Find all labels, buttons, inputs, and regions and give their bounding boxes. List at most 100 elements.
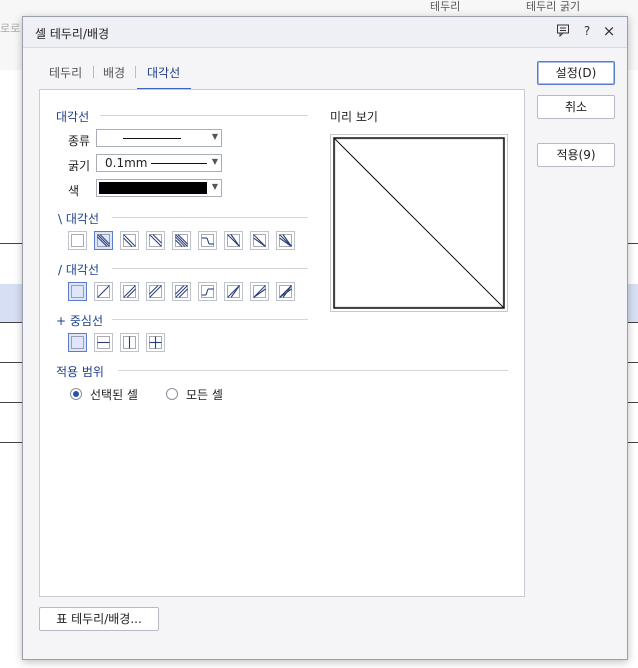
close-icon[interactable]: × <box>601 23 617 39</box>
centerline-option-3-button[interactable] <box>146 333 165 352</box>
thickness-select[interactable]: 0.1mm ▼ <box>96 154 222 172</box>
slash-option-7-icon <box>253 285 266 298</box>
table-line <box>0 362 22 363</box>
scope-selected-cells-radio[interactable] <box>70 388 82 400</box>
cell-border-background-dialog: 셀 테두리/배경 ? × 테두리 배경 대각선 설정(D) 취소 적용(9) 대… <box>22 16 628 660</box>
line-type-select[interactable]: ▼ <box>96 129 222 147</box>
slash-option-3-icon <box>149 285 162 298</box>
slash-option-5-icon <box>201 285 214 298</box>
backslash-option-0-icon <box>71 234 84 247</box>
slash-option-3-button[interactable] <box>146 282 165 301</box>
backslash-option-0-button[interactable] <box>68 231 87 250</box>
slash-option-2-icon <box>123 285 136 298</box>
color-select[interactable]: ▼ <box>96 179 222 197</box>
slash-option-6-button[interactable] <box>224 282 243 301</box>
slash-option-5-button[interactable] <box>198 282 217 301</box>
color-label: 색 <box>68 184 80 198</box>
section-divider <box>112 217 308 218</box>
diagonal-panel: 대각선 종류 ▼ 굵기 0.1mm ▼ 색 ▼ \ 대각선 / 대각선 + 중심… <box>39 89 525 597</box>
scope-all-cells-label[interactable]: 모든 셀 <box>186 386 223 403</box>
tab-background[interactable]: 배경 <box>103 64 125 81</box>
centerline-option-3-icon <box>149 336 162 349</box>
backslash-option-7-icon <box>253 234 266 247</box>
scope-all-cells-radio[interactable] <box>166 388 178 400</box>
thickness-label: 굵기 <box>68 159 91 173</box>
toolbar-border-thickness-label[interactable]: 테두리 굵기 <box>526 0 580 14</box>
ok-button[interactable]: 설정(D) <box>537 61 615 85</box>
table-line <box>0 442 22 443</box>
table-line <box>0 402 22 403</box>
color-swatch <box>99 182 207 194</box>
scope-section-title: 적용 범위 <box>56 365 104 379</box>
table-line <box>0 243 22 244</box>
diagonal-section-title: 대각선 <box>56 110 90 124</box>
backslash-option-8-button[interactable] <box>276 231 295 250</box>
scope-selected-cells-label[interactable]: 선택된 셀 <box>90 386 138 403</box>
center-section-title: + 중심선 <box>56 314 103 328</box>
dialog-titlebar[interactable]: 셀 테두리/배경 ? × <box>23 17 627 48</box>
dialog-title: 셀 테두리/배경 <box>35 27 110 41</box>
backslash-option-3-button[interactable] <box>146 231 165 250</box>
tab-border[interactable]: 테두리 <box>49 64 82 81</box>
cancel-button[interactable]: 취소 <box>537 95 615 119</box>
backslash-option-6-button[interactable] <box>224 231 243 250</box>
backslash-section-title: \ 대각선 <box>58 212 99 226</box>
thickness-value: 0.1mm <box>105 156 148 170</box>
line-type-label: 종류 <box>68 134 91 148</box>
selected-cell-left <box>0 284 22 322</box>
toolbar-fragment-label: 로로 <box>0 22 21 35</box>
help-icon[interactable]: ? <box>579 23 595 39</box>
centerline-option-2-icon <box>123 336 136 349</box>
table-line <box>0 322 22 323</box>
slash-option-4-button[interactable] <box>172 282 191 301</box>
backslash-option-4-button[interactable] <box>172 231 191 250</box>
chevron-down-icon: ▼ <box>211 157 218 166</box>
backslash-option-5-button[interactable] <box>198 231 217 250</box>
slash-option-6-icon <box>227 285 240 298</box>
slash-option-1-button[interactable] <box>94 282 113 301</box>
backslash-option-2-button[interactable] <box>120 231 139 250</box>
tab-separator <box>93 66 94 78</box>
section-divider <box>100 115 308 116</box>
slash-option-8-button[interactable] <box>276 282 295 301</box>
slash-option-8-icon <box>279 285 292 298</box>
preview-box <box>330 134 508 312</box>
toolbar-border-label[interactable]: 테두리 <box>430 0 460 14</box>
slash-section-title: / 대각선 <box>58 263 99 277</box>
tab-diagonal[interactable]: 대각선 <box>147 64 180 81</box>
backslash-option-1-button[interactable] <box>94 231 113 250</box>
comment-icon[interactable] <box>555 23 571 39</box>
slash-option-7-button[interactable] <box>250 282 269 301</box>
thickness-preview <box>151 163 207 164</box>
centerline-option-1-icon <box>97 336 110 349</box>
section-divider <box>112 319 308 320</box>
backslash-option-6-icon <box>227 234 240 247</box>
slash-option-0-icon <box>71 285 84 298</box>
section-divider <box>118 370 508 371</box>
slash-option-4-icon <box>175 285 188 298</box>
centerline-option-0-button[interactable] <box>68 333 87 352</box>
preview-title: 미리 보기 <box>330 110 378 124</box>
section-divider <box>112 268 308 269</box>
slash-option-2-button[interactable] <box>120 282 139 301</box>
backslash-option-5-icon <box>201 234 214 247</box>
document-area-left <box>0 70 22 668</box>
backslash-option-3-icon <box>149 234 162 247</box>
slash-option-0-button[interactable] <box>68 282 87 301</box>
centerline-option-0-icon <box>71 336 84 349</box>
backslash-option-7-button[interactable] <box>250 231 269 250</box>
backslash-option-4-icon <box>175 234 188 247</box>
chevron-down-icon: ▼ <box>211 132 218 141</box>
slash-option-1-icon <box>97 285 110 298</box>
preview-graphic <box>333 137 505 309</box>
backslash-option-1-icon <box>97 234 110 247</box>
centerline-option-2-button[interactable] <box>120 333 139 352</box>
centerline-option-1-button[interactable] <box>94 333 113 352</box>
tab-separator <box>135 66 136 78</box>
apply-button[interactable]: 적용(9) <box>537 143 615 167</box>
table-border-background-button[interactable]: 표 테두리/배경... <box>39 607 159 631</box>
line-style-preview <box>123 138 181 139</box>
chevron-down-icon: ▼ <box>211 182 218 191</box>
backslash-option-8-icon <box>279 234 292 247</box>
backslash-option-2-icon <box>123 234 136 247</box>
